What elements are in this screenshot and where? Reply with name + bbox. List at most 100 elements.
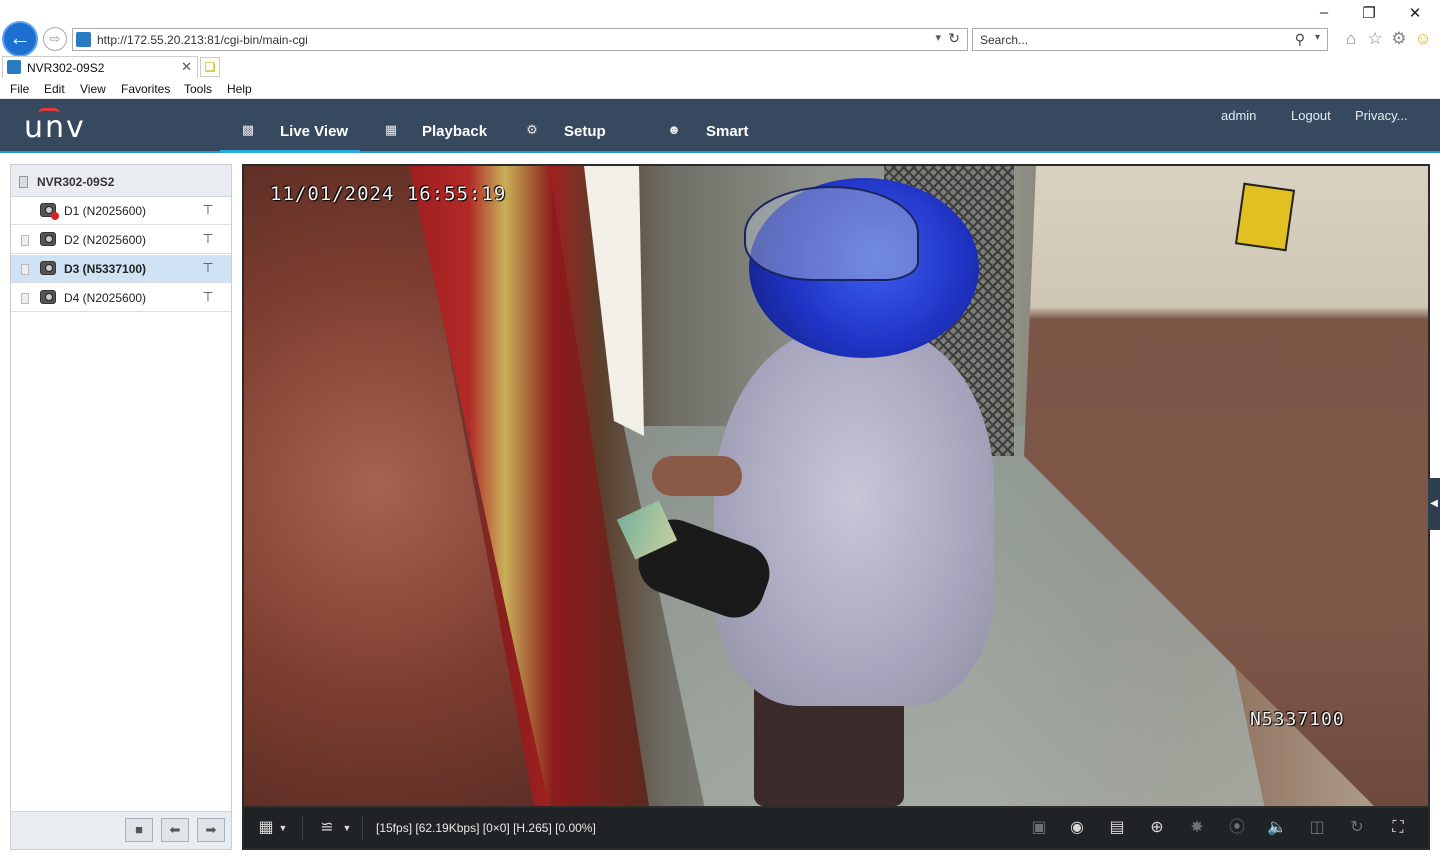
camera-row-d2[interactable]: D2 (N2025600) ⊤ xyxy=(11,226,231,254)
live-view-area: 11/01/2024 16:55:19 N5337100 ▦ ▼ ≌ ▼ [15… xyxy=(242,164,1430,850)
close-icon[interactable]: ✕ xyxy=(1400,4,1430,22)
gear-icon: ⚙ xyxy=(526,122,538,137)
search-input[interactable]: Search... xyxy=(980,33,1028,47)
tree-footer: ■ ⬅ ➡ xyxy=(11,811,231,849)
tree-root-nvr[interactable]: NVR302-09S2 xyxy=(11,165,231,197)
scene-person-hand xyxy=(652,456,742,496)
unv-logo: unv xyxy=(24,108,86,145)
browser-toolbar: ← ⇨ http://172.55.20.213:81/cgi-bin/main… xyxy=(0,0,1440,57)
menu-tools[interactable]: Tools xyxy=(184,82,212,96)
control-separator xyxy=(362,816,363,840)
monitor-icon: ▩ xyxy=(241,122,255,137)
person-icon: ☻ xyxy=(667,122,681,137)
home-icon[interactable]: ⌂ xyxy=(1341,29,1361,49)
camera-label: D1 (N2025600) xyxy=(64,204,147,218)
search-box[interactable]: Search... ⚲ ▾ xyxy=(972,28,1328,51)
app-header: unv ▩ Live View ▦ Playback ⚙ Setup ☻ Sma… xyxy=(0,99,1440,153)
layout-dropdown-icon[interactable]: ▼ xyxy=(277,818,289,838)
nav-smart-label: Smart xyxy=(706,123,749,140)
browser-menu-bar: File Edit View Favorites Tools Help xyxy=(0,78,1440,99)
scene-helmet-visor xyxy=(744,186,919,281)
address-bar[interactable]: http://172.55.20.213:81/cgi-bin/main-cgi… xyxy=(72,28,968,51)
audio-speaker-icon[interactable]: 🔈 xyxy=(1266,818,1288,838)
nav-playback[interactable]: ▦ Playback xyxy=(370,99,500,151)
camera-label: D4 (N2025600) xyxy=(64,291,147,305)
site-favicon-icon xyxy=(76,32,91,47)
record-schedule-icon[interactable]: ⊤ xyxy=(199,289,217,305)
collapse-panel-tab[interactable]: ◀ xyxy=(1428,478,1440,530)
stream-dropdown-icon[interactable]: ▼ xyxy=(341,818,353,838)
favorites-star-icon[interactable]: ☆ xyxy=(1365,29,1385,49)
menu-edit[interactable]: Edit xyxy=(44,82,65,96)
address-dropdown-icon[interactable]: ▾ xyxy=(935,31,941,44)
back-button[interactable]: ← xyxy=(2,21,38,57)
record-clip-icon[interactable]: ▤ xyxy=(1106,818,1128,838)
menu-file[interactable]: File xyxy=(10,82,29,96)
camera-icon xyxy=(40,232,56,246)
camera-label: D3 (N5337100) xyxy=(64,262,147,276)
privacy-link[interactable]: Privacy... xyxy=(1355,108,1408,123)
stop-all-button[interactable]: ■ xyxy=(125,818,153,842)
next-page-button[interactable]: ➡ xyxy=(197,818,225,842)
stream-status-icon xyxy=(21,293,29,304)
image-adjust-icon[interactable]: ▣ xyxy=(1028,818,1050,838)
camera-row-d4[interactable]: D4 (N2025600) ⊤ xyxy=(11,284,231,312)
nav-setup[interactable]: ⚙ Setup xyxy=(515,99,625,151)
camera-icon xyxy=(40,290,56,304)
ptz-preset-icon[interactable]: ⦿ xyxy=(1226,818,1248,838)
logo-text: unv xyxy=(24,110,86,145)
snapshot-camera-icon[interactable]: ◉ xyxy=(1066,818,1088,838)
menu-favorites[interactable]: Favorites xyxy=(121,82,170,96)
layout-grid-icon[interactable]: ▦ xyxy=(256,818,276,838)
logo-arc-icon xyxy=(38,108,60,114)
nvr-name: NVR302-09S2 xyxy=(37,175,115,189)
browser-tab[interactable]: NVR302-09S2 ✕ xyxy=(2,56,198,78)
digital-zoom-icon[interactable]: ⊕ xyxy=(1146,818,1168,838)
control-separator xyxy=(302,816,303,840)
settings-gear-icon[interactable]: ⚙ xyxy=(1389,29,1409,49)
nav-playback-label: Playback xyxy=(422,123,488,140)
restore-icon[interactable]: ❐ xyxy=(1354,4,1384,22)
logout-link[interactable]: Logout xyxy=(1291,108,1331,123)
ptz-control-icon[interactable]: ✸ xyxy=(1186,818,1208,838)
device-tree-panel: NVR302-09S2 D1 (N2025600) ⊤ D2 (N2025600… xyxy=(10,164,232,850)
record-schedule-icon[interactable]: ⊤ xyxy=(199,231,217,247)
video-feed[interactable]: 11/01/2024 16:55:19 N5337100 xyxy=(244,166,1428,806)
scene-white-sign xyxy=(584,166,644,436)
camera-label: D2 (N2025600) xyxy=(64,233,147,247)
feedback-smiley-icon[interactable]: ☺ xyxy=(1413,29,1433,49)
menu-help[interactable]: Help xyxy=(227,82,252,96)
scene-ground-floor-sign xyxy=(1234,182,1296,252)
osd-timestamp: 11/01/2024 16:55:19 xyxy=(270,183,507,205)
menu-view[interactable]: View xyxy=(80,82,106,96)
search-dropdown-icon[interactable]: ▾ xyxy=(1315,32,1320,43)
offline-status-icon xyxy=(51,212,59,220)
username-label: admin xyxy=(1221,108,1257,123)
search-icon[interactable]: ⚲ xyxy=(1295,31,1305,48)
stream-type-icon[interactable]: ≌ xyxy=(316,818,338,838)
fullscreen-icon[interactable]: ⛶ xyxy=(1387,818,1409,838)
record-schedule-icon[interactable]: ⊤ xyxy=(199,260,217,276)
tab-favicon-icon xyxy=(7,60,21,74)
3d-positioning-icon[interactable]: ↻ xyxy=(1346,818,1368,838)
stream-status-icon xyxy=(21,235,29,246)
nav-live-view-label: Live View xyxy=(280,123,349,140)
new-tab-icon[interactable]: ❏ xyxy=(200,57,220,77)
nav-smart[interactable]: ☻ Smart xyxy=(655,99,765,151)
osd-camera-name: N5337100 xyxy=(1250,709,1345,730)
camera-icon xyxy=(40,261,56,275)
nav-setup-label: Setup xyxy=(564,123,606,140)
forward-button[interactable]: ⇨ xyxy=(43,27,67,51)
nav-live-view[interactable]: ▩ Live View xyxy=(220,99,360,153)
talk-microphone-icon[interactable]: ◫ xyxy=(1306,818,1328,838)
minimize-icon[interactable]: – xyxy=(1309,4,1339,21)
previous-page-button[interactable]: ⬅ xyxy=(161,818,189,842)
camera-row-d3[interactable]: D3 (N5337100) ⊤ xyxy=(11,255,231,283)
address-url[interactable]: http://172.55.20.213:81/cgi-bin/main-cgi xyxy=(97,33,308,47)
record-schedule-icon[interactable]: ⊤ xyxy=(199,202,217,218)
refresh-icon[interactable]: ↻ xyxy=(948,30,960,47)
tab-close-icon[interactable]: ✕ xyxy=(181,59,192,75)
scene-person-jacket xyxy=(714,326,994,706)
stream-status-icon xyxy=(21,264,29,275)
camera-row-d1[interactable]: D1 (N2025600) ⊤ xyxy=(11,197,231,225)
